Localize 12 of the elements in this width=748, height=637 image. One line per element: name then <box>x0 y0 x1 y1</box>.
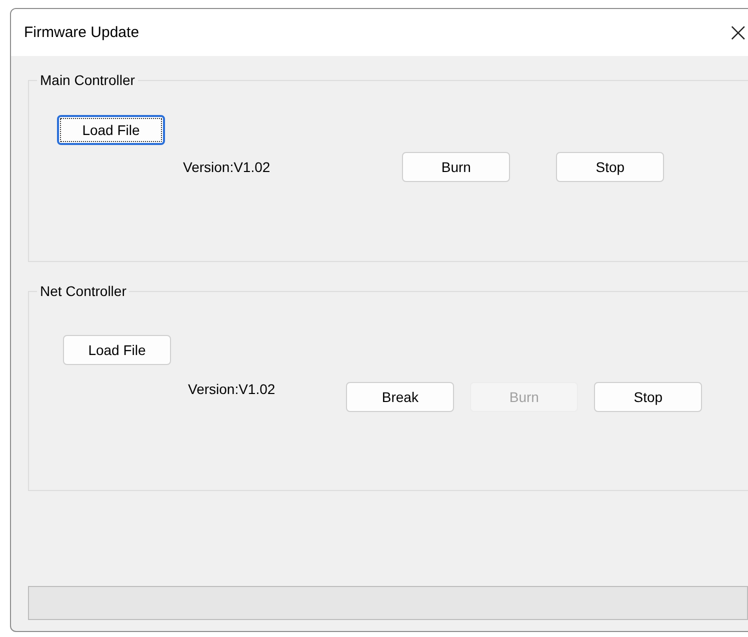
load-file-button[interactable]: Load File <box>57 115 165 145</box>
action-button[interactable]: Stop <box>594 382 702 412</box>
group-title: Main Controller <box>37 72 138 88</box>
version-label: Version:V1.02 <box>183 159 270 175</box>
action-button[interactable]: Burn <box>402 152 510 182</box>
version-label: Version:V1.02 <box>188 381 276 397</box>
load-file-button[interactable]: Load File <box>63 335 171 365</box>
close-button[interactable]: × <box>719 20 748 46</box>
group-title: Net Controller <box>37 283 130 299</box>
action-button[interactable]: Stop <box>556 152 664 182</box>
window-title: Firmware Update <box>24 24 140 41</box>
action-button[interactable]: Break <box>346 382 454 412</box>
